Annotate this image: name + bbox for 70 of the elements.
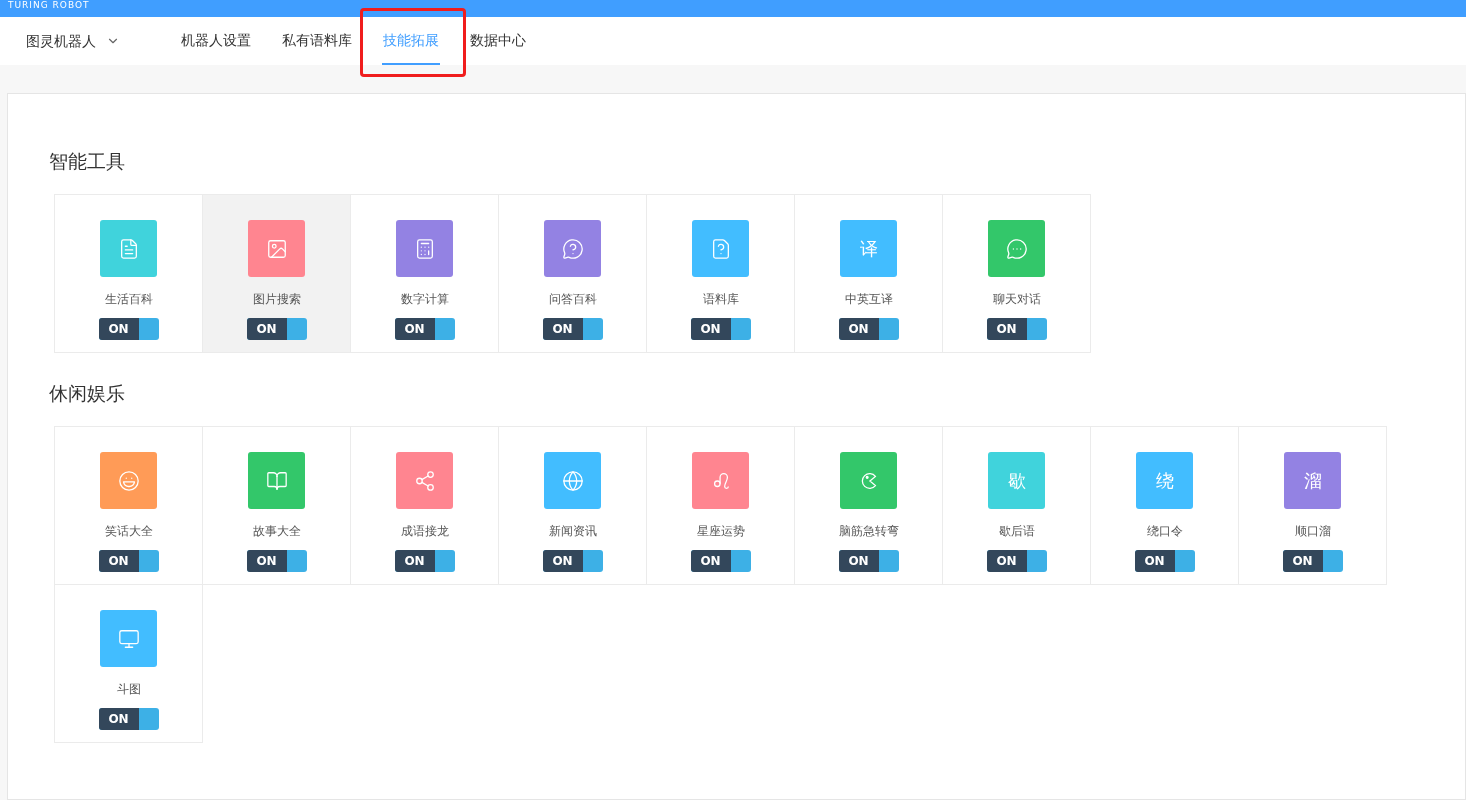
section-title: 休闲娱乐 (49, 384, 126, 403)
nav-tab[interactable]: 机器人设置 (180, 17, 252, 65)
on-off-toggle[interactable]: ON (1282, 550, 1343, 572)
skill-glyph: 歇 (1007, 471, 1026, 490)
skill-card[interactable]: 斗图 ON (54, 584, 203, 743)
skill-glyph: 绕 (1155, 471, 1174, 490)
skill-name: 新闻资讯 (548, 525, 597, 537)
skill-name: 中英互译 (844, 293, 893, 305)
skill-name: 脑筋急转弯 (838, 525, 899, 537)
skill-name: 数字计算 (400, 293, 449, 305)
skill-card[interactable]: 问答百科 ON (498, 194, 647, 353)
on-off-toggle[interactable]: ON (98, 550, 159, 572)
chat-bubble-icon (1005, 237, 1028, 260)
globe-icon (561, 469, 584, 492)
skill-name: 斗图 (116, 683, 141, 695)
skill-glyph: 译 (859, 239, 878, 258)
nav-tab[interactable]: 数据中心 (469, 17, 527, 65)
skill-card[interactable]: 聊天对话 ON (942, 194, 1091, 353)
skill-name: 聊天对话 (992, 293, 1041, 305)
skill-name: 生活百科 (104, 293, 153, 305)
brand-name: TURING ROBOT (8, 0, 90, 10)
on-off-toggle[interactable]: ON (1134, 550, 1195, 572)
image-icon (265, 237, 288, 260)
skill-name: 问答百科 (548, 293, 597, 305)
skill-card[interactable]: 生活百科 ON (54, 194, 203, 353)
on-off-toggle[interactable]: ON (690, 550, 751, 572)
on-off-toggle[interactable]: ON (246, 318, 307, 340)
skill-name: 笑话大全 (104, 525, 153, 537)
skill-name: 绕口令 (1146, 525, 1183, 537)
skill-name: 图片搜索 (252, 293, 301, 305)
section-title: 智能工具 (49, 152, 126, 171)
on-off-toggle[interactable]: ON (838, 318, 899, 340)
on-off-toggle[interactable]: ON (542, 550, 603, 572)
skill-card[interactable]: 笑话大全 ON (54, 426, 203, 585)
skill-card[interactable]: 新闻资讯 ON (498, 426, 647, 585)
skill-name: 歇后语 (998, 525, 1035, 537)
skill-name: 成语接龙 (400, 525, 449, 537)
on-off-toggle[interactable]: ON (98, 318, 159, 340)
skill-card[interactable]: 数字计算 ON (350, 194, 499, 353)
skill-card[interactable]: 故事大全 ON (202, 426, 351, 585)
on-off-toggle[interactable]: ON (394, 550, 455, 572)
on-off-toggle[interactable]: ON (98, 708, 159, 730)
on-off-toggle[interactable]: ON (246, 550, 307, 572)
on-off-toggle[interactable]: ON (394, 318, 455, 340)
skill-card[interactable]: 译 中英互译 ON (794, 194, 943, 353)
skill-card[interactable]: 歇 歇后语 ON (942, 426, 1091, 585)
skill-glyph: 溜 (1303, 471, 1322, 490)
skill-card[interactable]: 图片搜索 ON (202, 194, 351, 353)
skill-card[interactable]: 脑筋急转弯 ON (794, 426, 943, 585)
skill-name: 故事大全 (252, 525, 301, 537)
on-off-toggle[interactable]: ON (542, 318, 603, 340)
on-off-toggle[interactable]: ON (838, 550, 899, 572)
book-icon (265, 469, 288, 492)
monitor-icon (117, 627, 140, 650)
on-off-toggle[interactable]: ON (986, 550, 1047, 572)
skill-name: 语料库 (702, 293, 739, 305)
question-bubble-icon (561, 237, 584, 260)
skill-card[interactable]: 溜 顺口溜 ON (1238, 426, 1387, 585)
skill-card[interactable]: 绕 绕口令 ON (1090, 426, 1239, 585)
on-off-toggle[interactable]: ON (986, 318, 1047, 340)
skill-card[interactable]: 语料库 ON (646, 194, 795, 353)
on-off-toggle[interactable]: ON (690, 318, 751, 340)
nav-tab[interactable]: 私有语料库 (281, 17, 353, 65)
skill-card[interactable]: 成语接龙 ON (350, 426, 499, 585)
skill-card[interactable]: 星座运势 ON (646, 426, 795, 585)
share-icon (413, 469, 436, 492)
skill-name: 顺口溜 (1294, 525, 1331, 537)
skill-name: 星座运势 (696, 525, 745, 537)
laughing-face-icon (117, 469, 140, 492)
robot-selector[interactable]: 图灵机器人 (26, 17, 156, 65)
